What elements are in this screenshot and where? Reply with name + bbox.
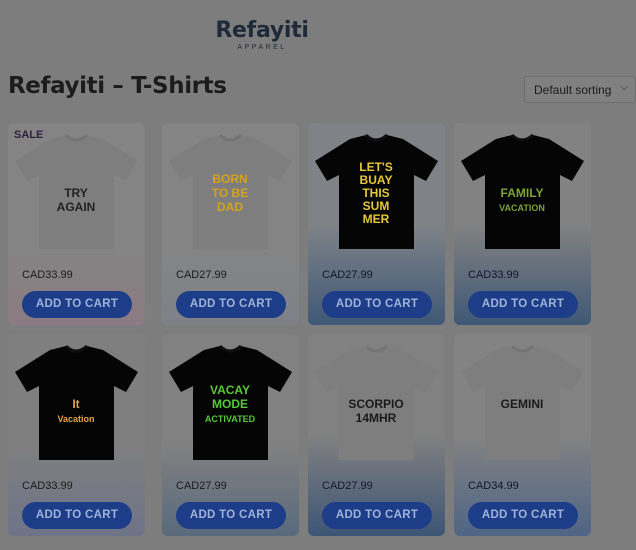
product-image[interactable]: FAMILY VACATION — [456, 131, 589, 255]
svg-text:SUM: SUM — [363, 199, 390, 213]
product-card[interactable]: TRY AGAIN SALE CAD33.99 ADD TO CART — [8, 123, 145, 325]
chevron-down-icon: ⌵ — [620, 82, 628, 93]
product-price: CAD33.99 — [22, 269, 73, 281]
product-image[interactable]: It Vacation — [10, 342, 143, 466]
svg-text:BORN: BORN — [212, 172, 247, 186]
svg-text:BUAY: BUAY — [360, 173, 393, 187]
product-image[interactable]: LET'S BUAY THIS SUM MER — [310, 131, 443, 255]
svg-text:LET'S: LET'S — [359, 160, 393, 174]
brand-name: Refayiti — [215, 18, 309, 43]
svg-text:THIS: THIS — [362, 186, 389, 200]
product-card[interactable]: LET'S BUAY THIS SUM MER CAD27.99 ADD TO CART — [308, 123, 445, 325]
svg-text:GEMINI: GEMINI — [501, 397, 544, 411]
product-image[interactable]: SCORPIO 14MHR — [310, 342, 443, 466]
svg-text:ACTIVATED: ACTIVATED — [205, 414, 256, 424]
brand-tagline: APPAREL — [237, 44, 287, 51]
product-price: CAD33.99 — [468, 269, 519, 281]
product-card[interactable]: It Vacation CAD33.99 ADD TO CART — [8, 334, 145, 536]
svg-text:TO BE: TO BE — [212, 186, 248, 200]
add-to-cart-button[interactable]: ADD TO CART — [322, 291, 432, 318]
product-card[interactable]: FAMILY VACATION CAD33.99 ADD TO CART — [454, 123, 591, 325]
brand-logo[interactable]: Refayiti APPAREL — [214, 18, 310, 51]
sale-badge: SALE — [14, 129, 44, 141]
add-to-cart-button[interactable]: ADD TO CART — [22, 502, 132, 529]
add-to-cart-button[interactable]: ADD TO CART — [176, 291, 286, 318]
product-image[interactable]: TRY AGAIN — [10, 131, 143, 255]
product-price: CAD27.99 — [176, 480, 227, 492]
product-card[interactable]: BORN TO BE DAD CAD27.99 ADD TO CART — [162, 123, 299, 325]
add-to-cart-button[interactable]: ADD TO CART — [322, 502, 432, 529]
product-image[interactable]: BORN TO BE DAD — [164, 131, 297, 255]
add-to-cart-button[interactable]: ADD TO CART — [468, 291, 578, 318]
product-card[interactable]: SCORPIO 14MHR CAD27.99 ADD TO CART — [308, 334, 445, 536]
sorting-select[interactable]: Default sorting ⌵ — [524, 76, 636, 103]
svg-text:AGAIN: AGAIN — [57, 200, 96, 214]
product-card[interactable]: GEMINI CAD34.99 ADD TO CART — [454, 334, 591, 536]
svg-text:14MHR: 14MHR — [356, 411, 397, 425]
product-price: CAD27.99 — [322, 269, 373, 281]
svg-text:SCORPIO: SCORPIO — [348, 397, 403, 411]
page-title: Refayiti – T-Shirts — [8, 73, 227, 99]
product-price: CAD33.99 — [22, 480, 73, 492]
sorting-selected-value: Default sorting — [534, 83, 612, 97]
product-price: CAD27.99 — [176, 269, 227, 281]
svg-text:DAD: DAD — [217, 200, 243, 214]
svg-text:TRY: TRY — [64, 186, 88, 200]
svg-text:FAMILY: FAMILY — [501, 186, 544, 200]
svg-text:MER: MER — [363, 212, 390, 226]
product-image[interactable]: GEMINI — [456, 342, 589, 466]
svg-text:VACAY: VACAY — [210, 383, 250, 397]
product-image[interactable]: VACAY MODE ACTIVATED — [164, 342, 297, 466]
product-price: CAD27.99 — [322, 480, 373, 492]
add-to-cart-button[interactable]: ADD TO CART — [176, 502, 286, 529]
product-card[interactable]: VACAY MODE ACTIVATED CAD27.99 ADD TO CART — [162, 334, 299, 536]
product-price: CAD34.99 — [468, 480, 519, 492]
add-to-cart-button[interactable]: ADD TO CART — [22, 291, 132, 318]
svg-text:Vacation: Vacation — [57, 414, 94, 424]
svg-text:It: It — [72, 397, 79, 411]
svg-text:VACATION: VACATION — [499, 203, 545, 213]
svg-text:MODE: MODE — [212, 397, 248, 411]
add-to-cart-button[interactable]: ADD TO CART — [468, 502, 578, 529]
